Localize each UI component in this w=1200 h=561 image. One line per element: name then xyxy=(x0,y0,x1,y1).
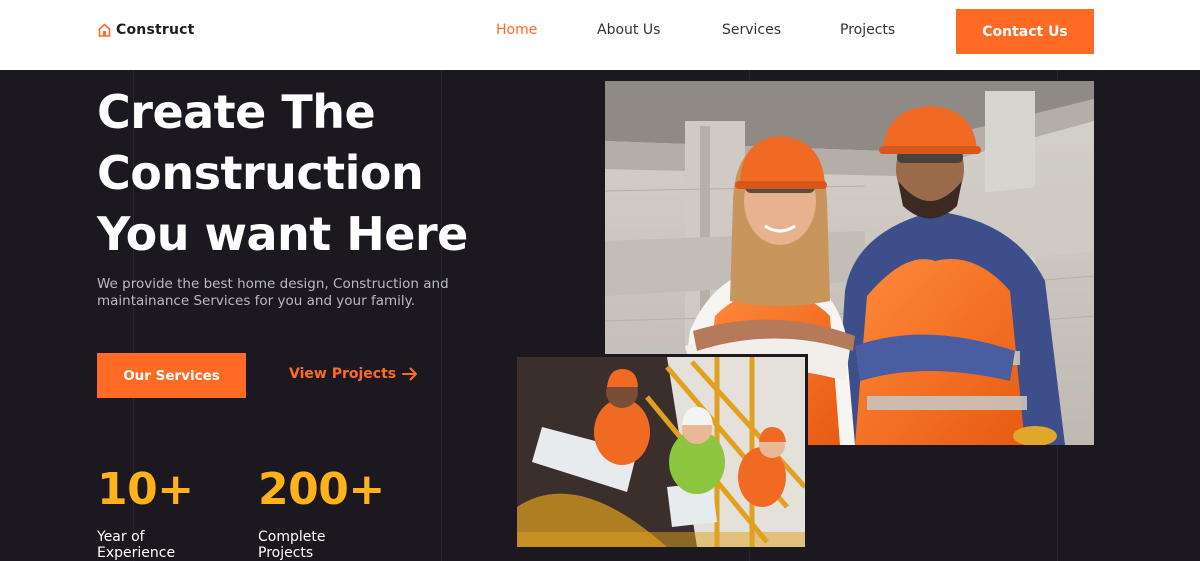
view-projects-label: View Projects xyxy=(289,366,397,382)
nav-link-services[interactable]: Services xyxy=(722,22,781,38)
stat-projects-label: Complete Projects xyxy=(258,529,326,561)
view-projects-link[interactable]: View Projects xyxy=(289,366,418,382)
arrow-right-icon xyxy=(402,367,418,381)
hero-section: Create The Construction You want Here We… xyxy=(0,70,1200,561)
stat-years-value: 10+ xyxy=(97,464,194,515)
nav-link-about-us[interactable]: About Us xyxy=(597,22,660,38)
top-navbar: Construct Home About Us Services Project… xyxy=(0,0,1200,70)
hero-title-line: You want Here xyxy=(97,207,468,261)
hero-subtitle: We provide the best home design, Constru… xyxy=(97,276,449,309)
brand-logo[interactable]: Construct xyxy=(98,22,195,38)
contact-us-button[interactable]: Contact Us xyxy=(956,9,1094,54)
brand-name: Construct xyxy=(116,22,195,38)
hero-photo-team xyxy=(514,354,808,550)
stat-years-label: Year of Experience xyxy=(97,529,176,561)
house-icon xyxy=(98,23,111,37)
our-services-button[interactable]: Our Services xyxy=(97,353,246,398)
stat-projects-value: 200+ xyxy=(258,464,385,515)
team-illustration xyxy=(517,357,805,547)
hero-title: Create The Construction You want Here xyxy=(97,82,537,265)
nav-link-home[interactable]: Home xyxy=(496,22,537,38)
hero-title-line: Construction xyxy=(97,146,424,200)
nav-link-projects[interactable]: Projects xyxy=(840,22,895,38)
hero-title-line: Create The xyxy=(97,85,376,139)
